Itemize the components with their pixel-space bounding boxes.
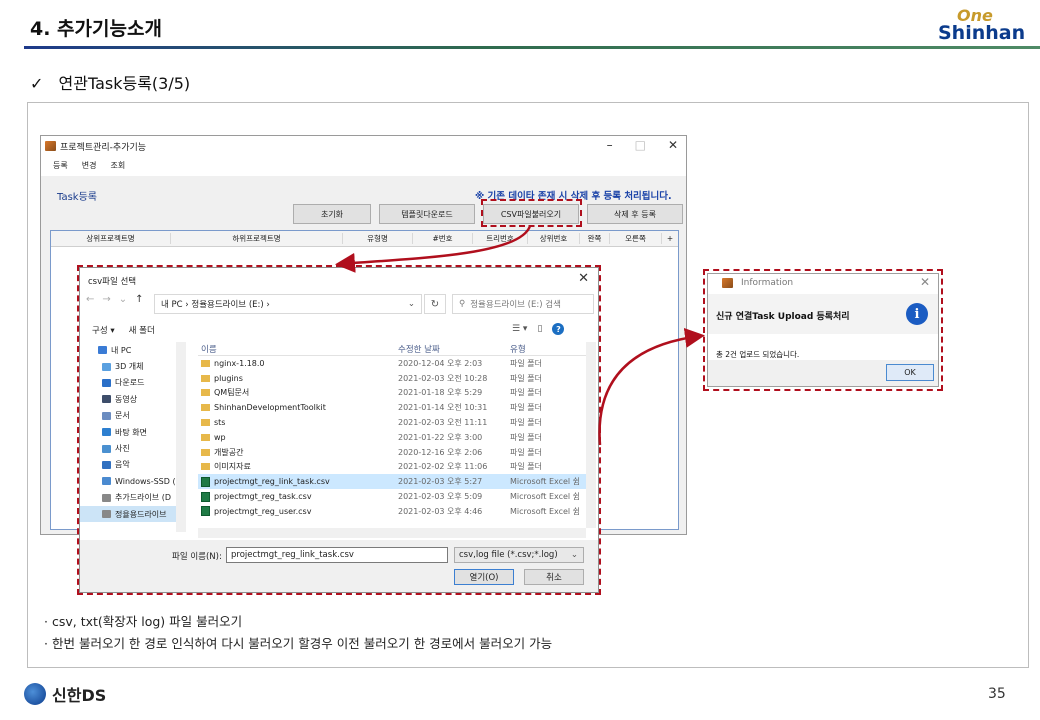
bullet-dot: · xyxy=(44,636,48,651)
bullet-dot: · xyxy=(44,614,48,629)
bullet-1-text: csv, txt(확장자 log) 파일 불러오기 xyxy=(51,614,243,629)
page-number: 35 xyxy=(988,686,1006,702)
bullet-2: · 한번 불러오기 한 경로 인식하여 다시 불러오기 할경우 이전 불러오기 … xyxy=(44,633,552,652)
footer-logo: 신한DS xyxy=(24,682,106,706)
footer-brand: 신한DS xyxy=(52,686,107,705)
bullet-1: · csv, txt(확장자 log) 파일 불러오기 xyxy=(44,611,242,630)
shinhan-logo-icon xyxy=(24,683,46,705)
bullet-2-text: 한번 불러오기 한 경로 인식하여 다시 불러오기 할경우 이전 불러오기 한 … xyxy=(51,636,553,651)
arrow-to-info-dialog xyxy=(598,328,705,446)
arrow-to-file-dialog xyxy=(335,225,532,273)
